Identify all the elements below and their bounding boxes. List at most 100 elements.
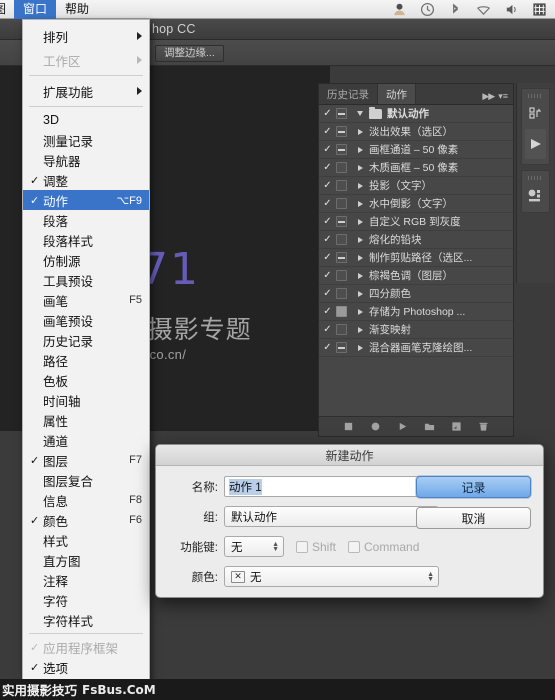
action-dialog-toggle[interactable]	[336, 162, 347, 173]
menu-item-12[interactable]: 画笔F5	[23, 290, 149, 310]
menu-item-16[interactable]: 色板	[23, 370, 149, 390]
action-enable-checkbox[interactable]: ✓	[319, 198, 336, 209]
menu-item-18[interactable]: 属性	[23, 410, 149, 430]
double-arrow-right-icon[interactable]: ▶▶	[482, 91, 494, 102]
action-row[interactable]: ✓混合器画笔克隆绘图...	[319, 339, 513, 357]
action-enable-checkbox[interactable]: ✓	[319, 288, 336, 299]
action-dialog-toggle[interactable]	[336, 324, 347, 335]
expand-triangle-icon[interactable]	[351, 309, 369, 315]
volume-icon[interactable]	[504, 2, 519, 17]
tab-history[interactable]: 历史记录	[319, 84, 378, 104]
shift-checkbox-row[interactable]: Shift	[296, 540, 336, 554]
menu-item-4[interactable]: 测量记录	[23, 130, 149, 150]
expand-triangle-icon[interactable]	[351, 291, 369, 297]
menu-item-22[interactable]: 信息F8	[23, 490, 149, 510]
time-machine-icon[interactable]	[420, 2, 435, 17]
delete-icon[interactable]	[478, 421, 489, 432]
menu-item-image[interactable]: 图	[0, 0, 14, 19]
color-select[interactable]: ✕ 无 ▲▼	[224, 566, 439, 587]
menu-item-5[interactable]: 导航器	[23, 150, 149, 170]
menu-item-24[interactable]: 样式	[23, 530, 149, 550]
menu-item-8[interactable]: 段落	[23, 210, 149, 230]
tab-actions[interactable]: 动作	[378, 84, 416, 104]
action-row[interactable]: ✓熔化的铅块	[319, 231, 513, 249]
menu-item-21[interactable]: 图层复合	[23, 470, 149, 490]
action-enable-checkbox[interactable]: ✓	[319, 324, 336, 335]
expand-triangle-icon[interactable]	[351, 327, 369, 333]
menu-item-26[interactable]: 注释	[23, 570, 149, 590]
expand-triangle-icon[interactable]	[351, 237, 369, 243]
action-enable-checkbox[interactable]: ✓	[319, 162, 336, 173]
dock-grip-2[interactable]	[528, 176, 543, 180]
menu-item-14[interactable]: 历史记录	[23, 330, 149, 350]
bluetooth-icon[interactable]	[448, 2, 463, 17]
menu-item-window[interactable]: 窗口	[14, 0, 56, 19]
action-row[interactable]: ✓投影（文字）	[319, 177, 513, 195]
record-icon[interactable]	[370, 421, 381, 432]
expand-triangle-icon[interactable]	[351, 219, 369, 225]
menu-item-6[interactable]: ✓调整	[23, 170, 149, 190]
user-account-icon[interactable]	[392, 2, 407, 17]
action-row[interactable]: ✓存储为 Photoshop ...	[319, 303, 513, 321]
action-enable-checkbox[interactable]: ✓	[319, 180, 336, 191]
menu-item-11[interactable]: 工具预设	[23, 270, 149, 290]
play-panel-icon[interactable]	[525, 129, 546, 159]
expand-triangle-icon[interactable]	[351, 273, 369, 279]
dock-grip[interactable]	[528, 94, 543, 98]
window-dropdown-menu[interactable]: 排列工作区扩展功能3D测量记录导航器✓调整✓动作⌥F9段落段落样式仿制源工具预设…	[22, 19, 150, 687]
expand-triangle-icon[interactable]	[351, 111, 369, 116]
action-row[interactable]: ✓棕褐色调（图层）	[319, 267, 513, 285]
action-set-row[interactable]: ✓默认动作	[319, 105, 513, 123]
menu-item-9[interactable]: 段落样式	[23, 230, 149, 250]
expand-triangle-icon[interactable]	[351, 201, 369, 207]
menu-item-13[interactable]: 画笔预设	[23, 310, 149, 330]
history-icon[interactable]	[522, 101, 549, 127]
panel-menu-icon[interactable]: ▾≡	[498, 91, 508, 102]
action-row[interactable]: ✓画框通道 – 50 像素	[319, 141, 513, 159]
menu-item-30[interactable]: ✓选项	[23, 657, 149, 677]
menu-item-help[interactable]: 帮助	[56, 0, 98, 19]
action-dialog-toggle[interactable]	[336, 252, 347, 263]
action-enable-checkbox[interactable]: ✓	[319, 270, 336, 281]
menu-item-0[interactable]: 排列	[23, 24, 149, 48]
menu-item-23[interactable]: ✓颜色F6	[23, 510, 149, 530]
menu-item-27[interactable]: 字符	[23, 590, 149, 610]
expand-triangle-icon[interactable]	[351, 345, 369, 351]
action-row[interactable]: ✓制作剪贴路径（选区...	[319, 249, 513, 267]
set-select[interactable]: 默认动作 ▲▼	[224, 506, 439, 527]
action-row[interactable]: ✓四分颜色	[319, 285, 513, 303]
action-enable-checkbox[interactable]: ✓	[319, 306, 336, 317]
menu-item-17[interactable]: 时间轴	[23, 390, 149, 410]
action-row[interactable]: ✓淡出效果（选区）	[319, 123, 513, 141]
action-dialog-toggle[interactable]	[336, 126, 347, 137]
action-enable-checkbox[interactable]: ✓	[319, 342, 336, 353]
action-dialog-toggle[interactable]	[336, 198, 347, 209]
action-enable-checkbox[interactable]: ✓	[319, 144, 336, 155]
action-dialog-toggle[interactable]	[336, 108, 347, 119]
menu-item-7[interactable]: ✓动作⌥F9	[23, 190, 149, 210]
new-set-icon[interactable]	[424, 421, 435, 432]
new-action-icon[interactable]	[451, 421, 462, 432]
action-dialog-toggle[interactable]	[336, 216, 347, 227]
command-checkbox[interactable]	[348, 541, 360, 553]
record-button[interactable]: 记录	[416, 476, 531, 498]
menu-item-19[interactable]: 通道	[23, 430, 149, 450]
action-enable-checkbox[interactable]: ✓	[319, 126, 336, 137]
menu-item-2[interactable]: 扩展功能	[23, 79, 149, 103]
refine-edge-button[interactable]: 调整边缘...	[155, 45, 224, 62]
menu-item-20[interactable]: ✓图层F7	[23, 450, 149, 470]
action-row[interactable]: ✓水中倒影（文字）	[319, 195, 513, 213]
action-row[interactable]: ✓自定义 RGB 到灰度	[319, 213, 513, 231]
play-icon[interactable]	[397, 421, 408, 432]
cancel-button[interactable]: 取消	[416, 507, 531, 529]
stop-icon[interactable]	[343, 421, 354, 432]
input-source-icon[interactable]	[532, 2, 547, 17]
menu-item-10[interactable]: 仿制源	[23, 250, 149, 270]
fnkey-select[interactable]: 无 ▲▼	[224, 536, 284, 557]
action-enable-checkbox[interactable]: ✓	[319, 108, 336, 119]
action-dialog-toggle[interactable]	[336, 144, 347, 155]
action-row[interactable]: ✓渐变映射	[319, 321, 513, 339]
action-dialog-toggle[interactable]	[336, 342, 347, 353]
expand-triangle-icon[interactable]	[351, 147, 369, 153]
action-dialog-toggle[interactable]	[336, 270, 347, 281]
